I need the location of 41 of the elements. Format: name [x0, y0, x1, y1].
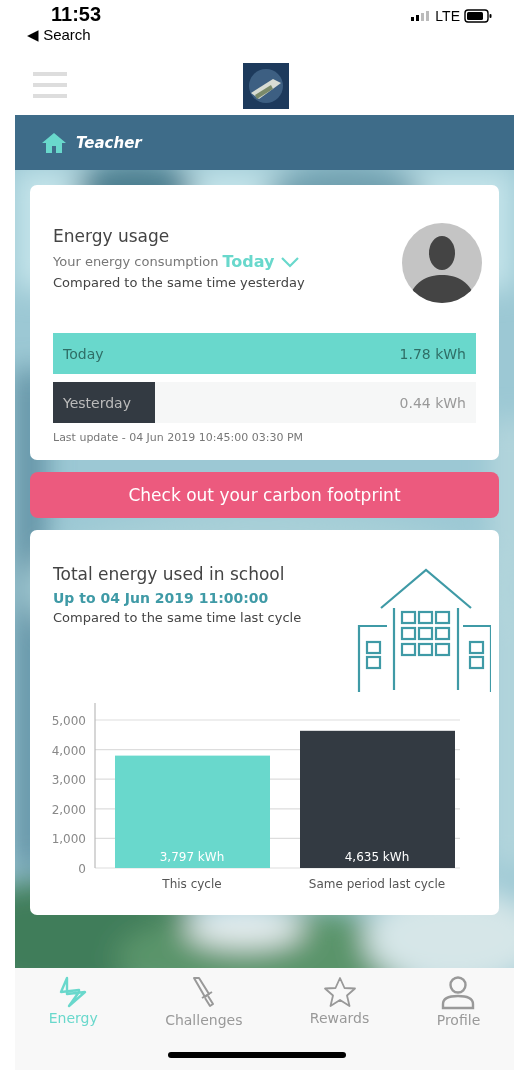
school-building-icon	[357, 568, 491, 694]
signal-icon	[411, 11, 432, 21]
sword-icon	[190, 976, 217, 1010]
bar-label: Yesterday	[63, 394, 131, 411]
tab[interactable]: Profile	[432, 976, 485, 1028]
tab[interactable]: Rewards	[305, 976, 374, 1026]
category-label: Same period last cycle	[308, 877, 446, 891]
lightning-icon	[59, 976, 88, 1008]
axis-tick-label: 1,000	[51, 832, 86, 847]
period-dropdown[interactable]: Today	[218, 252, 301, 271]
last-update: Last update - 04 Jun 2019 10:45:00 03:30 PM	[53, 431, 305, 444]
role-title: Teacher	[76, 133, 142, 152]
star-icon	[322, 976, 357, 1008]
axis-tick-label: 3,000	[51, 773, 86, 788]
tab[interactable]: Challenges	[161, 976, 247, 1028]
category-label: This cycle	[162, 877, 222, 891]
tab[interactable]: Energy	[44, 976, 102, 1026]
bar-reading: 0.44 kWh	[399, 394, 466, 411]
app-logo	[243, 63, 289, 109]
carbon-footprint-button[interactable]: Check out your carbon footprint	[30, 472, 499, 518]
subtitle: Your energy consumption	[53, 254, 219, 269]
axis-tick-label: 5,000	[51, 714, 86, 728]
home-icon[interactable]	[42, 132, 66, 153]
axis-tick-label: 4,000	[51, 743, 86, 758]
date-label: Up to 04 Jun 2019 11:00:00	[53, 590, 270, 606]
user-icon	[440, 976, 477, 1010]
card-title: Total energy used in school	[53, 564, 286, 584]
network-label: LTE	[435, 8, 460, 24]
status-time: 11:53	[50, 3, 102, 26]
chevron-down-icon	[280, 255, 301, 268]
bar-value-label: 3,797 kWh	[159, 850, 225, 864]
axis-tick-label: 2,000	[51, 802, 86, 817]
bar-value-label: 4,635 kWh	[344, 850, 410, 864]
bar-label: Today	[63, 345, 104, 362]
comparison-note: Compared to the same time last cycle	[53, 610, 302, 625]
comparison-note: Compared to the same time yesterday	[53, 275, 305, 290]
card-title: Energy usage	[53, 226, 171, 246]
back-link[interactable]: ◀ Search	[27, 26, 102, 44]
bar-reading: 1.78 kWh	[399, 345, 466, 362]
axis-tick-label: 0	[78, 862, 86, 876]
battery-icon	[464, 9, 492, 23]
